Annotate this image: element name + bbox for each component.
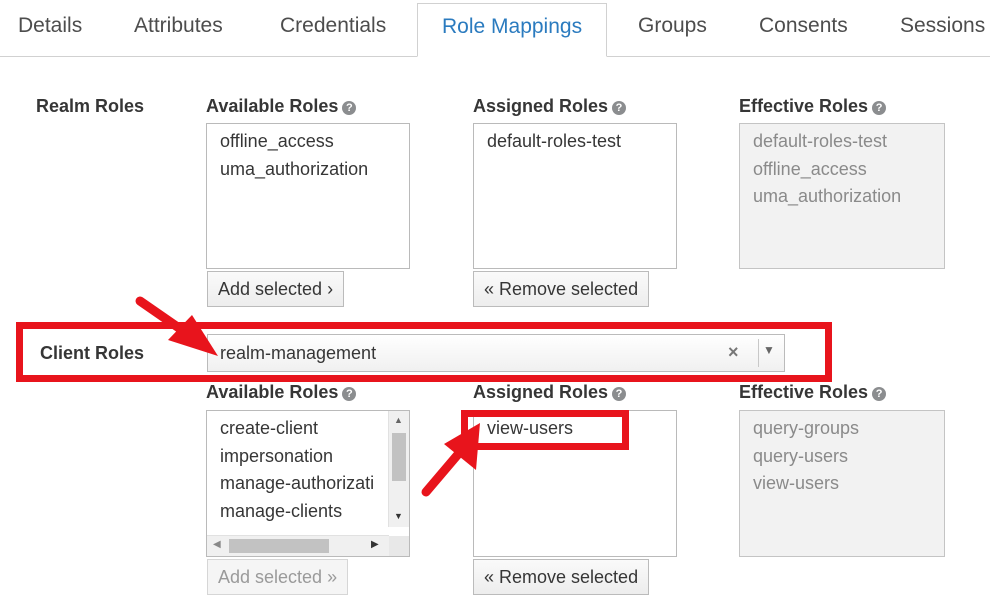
list-item: view-users bbox=[753, 473, 840, 493]
realm-assigned-roles-label: Assigned Roles bbox=[473, 96, 609, 116]
scrollbar-thumb[interactable] bbox=[392, 433, 406, 481]
realm-roles-label: Realm Roles bbox=[36, 96, 145, 116]
horizontal-scrollbar[interactable]: ◀ ▶ bbox=[207, 535, 389, 556]
client-select-value: realm-management bbox=[220, 343, 377, 363]
list-item[interactable]: impersonation bbox=[220, 443, 409, 471]
realm-available-roles-label: Available Roles bbox=[206, 96, 339, 116]
realm-effective-roles-heading: Effective Roles? bbox=[739, 96, 887, 117]
realm-add-selected-button[interactable]: Add selected › bbox=[207, 271, 345, 307]
realm-assigned-roles-heading: Assigned Roles? bbox=[473, 96, 627, 117]
list-item: default-roles-test bbox=[753, 131, 888, 151]
question-circle-icon[interactable]: ? bbox=[612, 387, 627, 401]
scroll-up-icon[interactable]: ▲ bbox=[394, 415, 403, 425]
client-assigned-roles-heading: Assigned Roles? bbox=[473, 382, 627, 403]
list-item[interactable]: create-client bbox=[220, 415, 409, 443]
list-item: query-groups bbox=[753, 418, 860, 438]
list-item[interactable]: manage-authorizati bbox=[220, 470, 409, 498]
tab-attributes[interactable]: Attributes bbox=[134, 14, 223, 38]
client-select[interactable]: realm-management × ▼ bbox=[207, 334, 785, 372]
client-assigned-roles-list[interactable]: view-users bbox=[473, 410, 677, 557]
list-item[interactable]: uma_authorization bbox=[220, 156, 409, 184]
list-item: offline_access bbox=[753, 158, 867, 179]
chevron-down-icon[interactable]: ▼ bbox=[763, 343, 775, 357]
tab-consents[interactable]: Consents bbox=[759, 14, 848, 38]
scroll-down-icon[interactable]: ▼ bbox=[394, 511, 403, 521]
tab-role-mappings[interactable]: Role Mappings bbox=[417, 3, 608, 57]
list-item: uma_authorization bbox=[753, 186, 902, 206]
tab-credentials[interactable]: Credentials bbox=[280, 14, 386, 38]
realm-available-roles-heading: Available Roles? bbox=[206, 96, 357, 117]
client-available-roles-list[interactable]: create-client impersonation manage-autho… bbox=[206, 410, 410, 557]
client-add-selected-button[interactable]: Add selected » bbox=[207, 559, 349, 595]
realm-available-roles-list[interactable]: offline_access uma_authorization bbox=[206, 123, 410, 269]
question-circle-icon[interactable]: ? bbox=[342, 387, 357, 401]
client-available-roles-label: Available Roles bbox=[206, 382, 339, 402]
realm-effective-roles-list: default-roles-test offline_access uma_au… bbox=[739, 123, 945, 269]
vertical-scrollbar[interactable]: ▲ ▼ bbox=[388, 411, 409, 527]
tab-groups[interactable]: Groups bbox=[638, 14, 707, 38]
question-circle-icon[interactable]: ? bbox=[342, 101, 357, 115]
client-effective-roles-heading: Effective Roles? bbox=[739, 382, 887, 403]
list-item[interactable]: default-roles-test bbox=[487, 128, 676, 156]
select-divider bbox=[758, 339, 759, 367]
tab-sessions[interactable]: Sessions bbox=[900, 14, 985, 38]
question-circle-icon[interactable]: ? bbox=[872, 101, 887, 115]
tab-bar: Details Attributes Credentials Role Mapp… bbox=[0, 0, 990, 58]
list-item[interactable]: manage-clients bbox=[220, 498, 409, 526]
scrollbar-thumb[interactable] bbox=[229, 539, 329, 553]
tab-details[interactable]: Details bbox=[18, 14, 82, 38]
client-effective-roles-label: Effective Roles bbox=[739, 382, 869, 402]
client-assigned-roles-label: Assigned Roles bbox=[473, 382, 609, 402]
realm-assigned-roles-list[interactable]: default-roles-test bbox=[473, 123, 677, 269]
realm-remove-selected-button[interactable]: « Remove selected bbox=[473, 271, 650, 307]
clear-icon[interactable]: × bbox=[728, 342, 739, 363]
question-circle-icon[interactable]: ? bbox=[612, 101, 627, 115]
client-roles-label: Client Roles bbox=[40, 343, 145, 363]
scrollbar-corner bbox=[389, 536, 409, 556]
question-circle-icon[interactable]: ? bbox=[872, 387, 887, 401]
list-item[interactable]: view-users bbox=[487, 415, 676, 443]
client-available-roles-heading: Available Roles? bbox=[206, 382, 357, 403]
list-item[interactable]: offline_access bbox=[220, 128, 409, 156]
client-remove-selected-button[interactable]: « Remove selected bbox=[473, 559, 650, 595]
scroll-right-icon[interactable]: ▶ bbox=[371, 539, 379, 550]
scroll-left-icon[interactable]: ◀ bbox=[213, 539, 221, 550]
arrow-to-view-users bbox=[421, 423, 480, 497]
realm-effective-roles-label: Effective Roles bbox=[739, 96, 869, 116]
client-effective-roles-list: query-groups query-users view-users bbox=[739, 410, 945, 557]
list-item: query-users bbox=[753, 445, 849, 466]
